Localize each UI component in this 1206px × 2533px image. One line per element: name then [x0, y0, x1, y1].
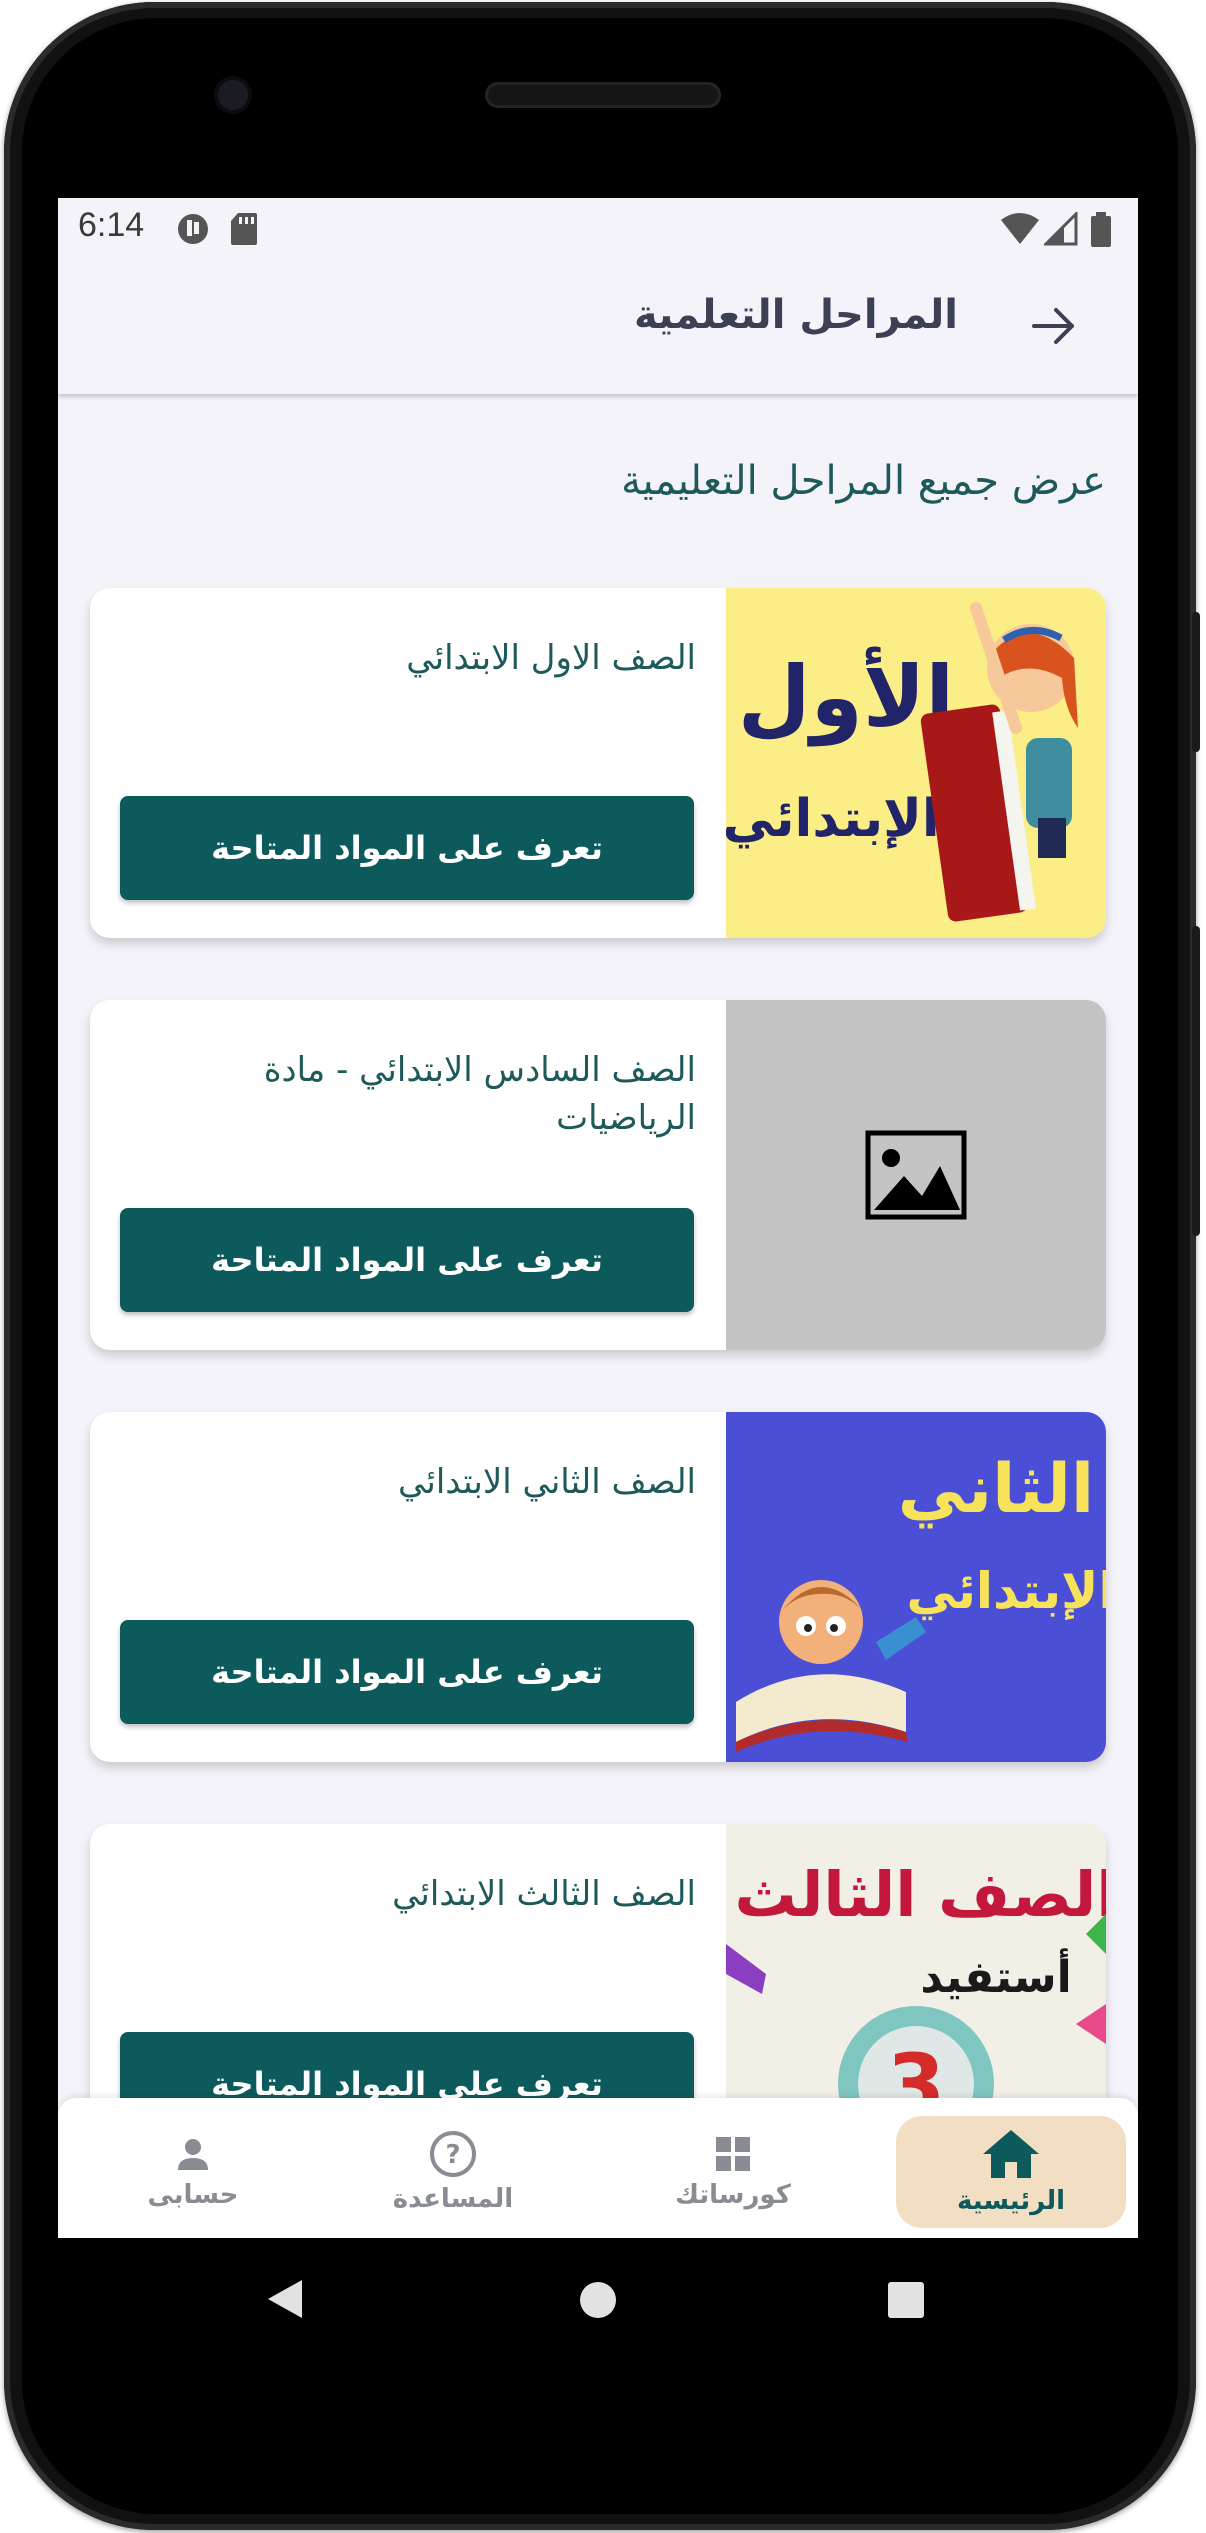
- nav-label: حسابى: [147, 2180, 239, 2210]
- section-title: عرض جميع المراحل التعليمية: [621, 458, 1106, 504]
- content-area: عرض جميع المراحل التعليمية الأول الإبتدا…: [58, 396, 1138, 2238]
- system-back-icon[interactable]: [266, 2278, 306, 2320]
- nav-item-help[interactable]: ? المساعدة: [338, 2116, 568, 2228]
- image-caption: الصف الثالث: [734, 1858, 1106, 1931]
- image-caption: الأول: [738, 646, 954, 747]
- home-icon: [983, 2130, 1039, 2178]
- battery-icon: [1091, 212, 1111, 247]
- stage-image: الثاني الإبتدائي: [726, 1412, 1106, 1762]
- sd-card-icon: [231, 213, 257, 245]
- shield-app-icon: [178, 214, 208, 244]
- volume-button: [1192, 926, 1200, 1236]
- page-title: المراحل التعلمية: [634, 292, 958, 338]
- person-icon: [178, 2139, 208, 2170]
- view-subjects-button[interactable]: تعرف على المواد المتاحة: [120, 1208, 694, 1312]
- svg-text:?: ?: [445, 2140, 460, 2170]
- stage-title: الصف الاول الابتدائي: [406, 638, 696, 678]
- image-caption: الإبتدائي: [907, 1562, 1106, 1620]
- image-caption: الثاني: [898, 1450, 1094, 1529]
- image-placeholder-icon: [865, 1130, 967, 1220]
- nav-label: المساعدة: [392, 2184, 514, 2214]
- signal-icon: [1044, 212, 1078, 246]
- stage-card[interactable]: الثاني الإبتدائي الصف الثاني الابتدائي ت…: [90, 1412, 1106, 1762]
- stage-card[interactable]: الصف السادس الابتدائي - مادة الرياضيات ت…: [90, 1000, 1106, 1350]
- front-camera: [218, 80, 248, 110]
- view-subjects-button[interactable]: تعرف على المواد المتاحة: [120, 1620, 694, 1724]
- image-caption: أستفيد: [920, 1948, 1071, 2003]
- help-icon: ?: [430, 2131, 476, 2177]
- grid-icon: [716, 2137, 750, 2171]
- arrow-back-icon[interactable]: [1028, 300, 1080, 352]
- nav-item-home[interactable]: الرئيسية: [896, 2116, 1126, 2228]
- earpiece-speaker: [485, 82, 721, 108]
- stage-card[interactable]: الأول الإبتدائي الصف الاول الابتدائي تعر…: [90, 588, 1106, 938]
- system-home-icon[interactable]: [578, 2280, 618, 2320]
- bottom-nav: حسابى ? المساعدة كورساتك الرئيسية: [58, 2098, 1138, 2238]
- status-bar: 6:14: [58, 198, 1138, 260]
- stage-title: الصف السادس الابتدائي - مادة الرياضيات: [263, 1050, 696, 1138]
- status-time: 6:14: [78, 206, 145, 244]
- screen: 6:14 المراحل التعلمية عرض جميع المراحل ا…: [58, 198, 1138, 2238]
- app-bar: المراحل التعلمية: [58, 260, 1138, 394]
- stage-title: الصف الثالث الابتدائي: [392, 1874, 696, 1914]
- wifi-icon: [1001, 213, 1039, 244]
- nav-item-account[interactable]: حسابى: [78, 2116, 308, 2228]
- system-nav-bar: [58, 2238, 1138, 2358]
- power-button: [1192, 612, 1200, 752]
- view-subjects-button[interactable]: تعرف على المواد المتاحة: [120, 796, 694, 900]
- image-caption: الإبتدائي: [726, 789, 940, 849]
- stage-title: الصف الثاني الابتدائي: [398, 1462, 696, 1502]
- nav-label: كورساتك: [675, 2180, 791, 2210]
- nav-item-courses[interactable]: كورساتك: [618, 2116, 848, 2228]
- stage-image: الأول الإبتدائي: [726, 588, 1106, 938]
- stage-image: [726, 1000, 1106, 1350]
- system-recents-icon[interactable]: [888, 2282, 924, 2318]
- nav-label: الرئيسية: [956, 2186, 1066, 2216]
